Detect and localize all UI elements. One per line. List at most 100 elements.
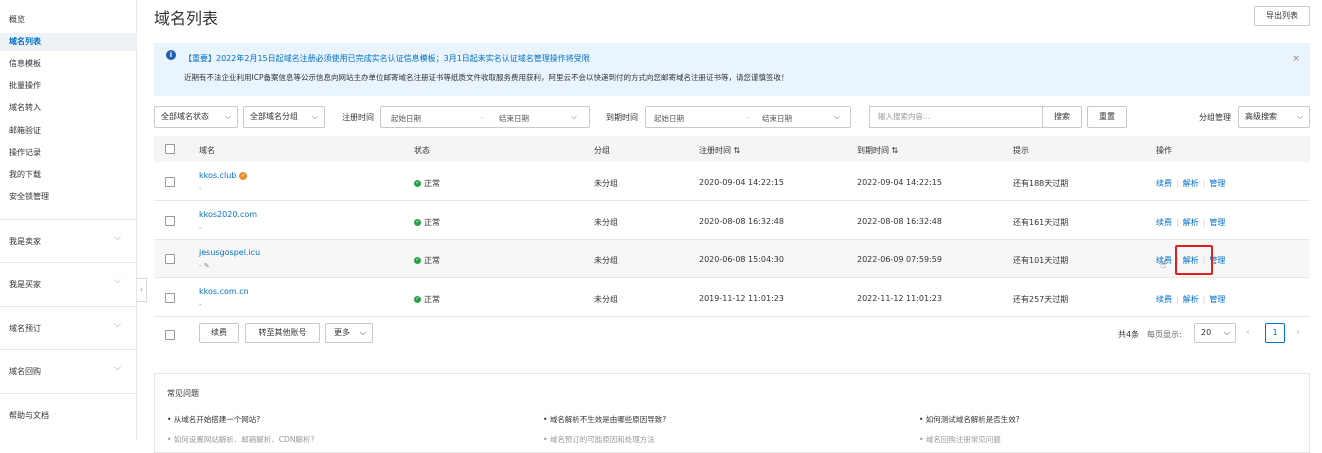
notice-line-1[interactable]: 【重要】2022年2月15日起域名注册必须使用已完成实名认证信息模板；3月1日起…	[184, 53, 590, 64]
faq-link[interactable]: • 域名回购注册常见问题	[919, 434, 1001, 445]
exp-time-label: 到期时间	[606, 113, 638, 122]
col-reg-time[interactable]: 注册时间 ⇅	[699, 145, 740, 156]
select-all-checkbox-bottom[interactable]	[165, 330, 175, 340]
sidebar-group-label: 我是买家	[9, 280, 41, 289]
faq-link[interactable]: • 从域名开始搭建一个网站?	[167, 414, 260, 425]
domain-name[interactable]: kkos.com.cn	[199, 287, 249, 296]
group-manage-link[interactable]: 分组管理	[1199, 112, 1231, 123]
exp-end-date[interactable]: 结束日期	[762, 113, 792, 124]
chevron-down-icon: ⌵	[571, 112, 577, 121]
group-cell: 未分组	[594, 218, 618, 227]
page-1-button[interactable]: 1	[1265, 323, 1285, 343]
manage-link[interactable]: 管理	[1209, 218, 1225, 227]
row-checkbox[interactable]	[165, 254, 175, 264]
faq-link[interactable]: • 域名解析不生效是由哪些原因导致?	[543, 414, 666, 425]
sidebar-group-buyer[interactable]: 我是买家 ⌵	[0, 262, 137, 305]
col-ops: 操作	[1156, 146, 1172, 155]
reset-button[interactable]: 重置	[1087, 106, 1127, 128]
domain-name[interactable]: kkos.club	[199, 171, 236, 180]
sidebar-collapse-button[interactable]: ‹	[137, 278, 147, 302]
manage-link[interactable]: 管理	[1209, 179, 1225, 188]
renew-link[interactable]: 续费	[1156, 218, 1172, 227]
check-circle-icon: ✓	[414, 257, 421, 264]
domain-sub[interactable]: - ✎	[199, 262, 210, 270]
transfer-account-button[interactable]: 转至其他账号	[245, 323, 320, 343]
exp-start-date[interactable]: 起始日期	[654, 113, 684, 124]
sidebar-item-batch[interactable]: 批量操作	[9, 81, 41, 91]
per-page-select[interactable]: 20 ⌵	[1194, 323, 1236, 343]
sidebar-help[interactable]: 帮助与文档	[0, 393, 137, 436]
advanced-search-button[interactable]: 高级搜索 ⌵	[1238, 106, 1310, 128]
exp-date-range[interactable]: 起始日期 - 结束日期 ⌵	[645, 106, 851, 128]
search-button[interactable]: 搜索	[1042, 106, 1082, 128]
reg-end-date[interactable]: 结束日期	[499, 113, 529, 124]
ops-cell: 续费 | 解析 | 管理	[1156, 217, 1225, 228]
export-list-button[interactable]: 导出列表	[1254, 6, 1310, 26]
faq-panel: 常见问题 • 从域名开始搭建一个网站? • 域名解析不生效是由哪些原因导致? •…	[154, 373, 1310, 453]
per-page-value: 20	[1201, 328, 1212, 337]
status-select[interactable]: 全部域名状态 ⌵	[154, 106, 238, 128]
sidebar-item-domain-list[interactable]: 域名列表	[9, 37, 41, 47]
renew-link[interactable]: 续费	[1156, 295, 1172, 304]
reg-time-cell: 2020-08-08 16:32:48	[699, 217, 784, 226]
domain-name[interactable]: kkos2020.com	[199, 210, 257, 219]
sidebar-item-email-verify[interactable]: 邮箱验证	[9, 126, 41, 136]
sidebar-group-buyback[interactable]: 域名回购 ⌵	[0, 349, 137, 392]
group-select-value: 全部域名分组	[250, 112, 298, 121]
resolve-link[interactable]: 解析	[1183, 295, 1199, 304]
domain-link[interactable]: kkos.club ✓	[199, 171, 248, 180]
notice-banner: i 【重要】2022年2月15日起域名注册必须使用已完成实名认证信息模板；3月1…	[154, 43, 1310, 96]
table-footer: 续费 转至其他账号 更多 ⌵ 共4条 每页显示: 20 ⌵ ‹ 1 ›	[154, 318, 1310, 352]
sidebar-group-label: 域名回购	[9, 367, 41, 376]
domain-sub: -	[199, 301, 202, 309]
sidebar-item-info-template[interactable]: 信息模板	[9, 59, 41, 69]
highlight-box	[1175, 245, 1213, 275]
exp-time-cell: 2022-06-09 07:59:59	[857, 255, 942, 264]
reg-start-date[interactable]: 起始日期	[391, 113, 421, 124]
sidebar-group-seller[interactable]: 我是卖家 ⌵	[0, 219, 137, 262]
faq-link[interactable]: • 如何测试域名解析是否生效?	[919, 414, 1020, 425]
group-cell: 未分组	[594, 295, 618, 304]
sidebar-item-downloads[interactable]: 我的下载	[9, 170, 41, 180]
renew-link[interactable]: 续费	[1156, 179, 1172, 188]
select-all-checkbox[interactable]	[165, 144, 175, 154]
batch-renew-button[interactable]: 续费	[199, 323, 239, 343]
sidebar-item-security-lock[interactable]: 安全锁管理	[9, 192, 49, 202]
exp-time-cell: 2022-09-04 14:22:15	[857, 178, 942, 187]
faq-link[interactable]: • 如何设置网站解析、邮箱解析、CDN解析?	[167, 434, 314, 445]
next-page-icon[interactable]: ›	[1296, 327, 1300, 338]
resolve-link[interactable]: 解析	[1183, 218, 1199, 227]
prev-page-icon[interactable]: ‹	[1246, 327, 1250, 338]
col-exp-time[interactable]: 到期时间 ⇅	[857, 145, 898, 156]
close-icon[interactable]: ×	[1292, 54, 1300, 64]
reg-time-cell: 2020-09-04 14:22:15	[699, 178, 784, 187]
reg-time-cell: 2019-11-12 11:01:23	[699, 294, 784, 303]
resolve-link[interactable]: 解析	[1183, 179, 1199, 188]
group-select[interactable]: 全部域名分组 ⌵	[243, 106, 325, 128]
row-checkbox[interactable]	[165, 293, 175, 303]
sidebar-group-preorder[interactable]: 域名预订 ⌵	[0, 306, 137, 349]
more-button[interactable]: 更多 ⌵	[325, 323, 373, 343]
sidebar-item-op-log[interactable]: 操作记录	[9, 148, 41, 158]
manage-link[interactable]: 管理	[1209, 295, 1225, 304]
reg-date-range[interactable]: 起始日期 - 结束日期 ⌵	[380, 106, 590, 128]
chevron-down-icon: ⌵	[359, 328, 366, 337]
faq-link[interactable]: • 域名预订的可能原因和处理方法	[543, 434, 655, 445]
chevron-down-icon: ⌵	[114, 320, 121, 330]
chevron-down-icon: ⌵	[224, 112, 231, 121]
sidebar-group-label: 我是卖家	[9, 237, 41, 246]
row-checkbox[interactable]	[165, 216, 175, 226]
separator: |	[1202, 295, 1206, 304]
tip-cell: 还有188天过期	[1013, 179, 1069, 188]
table-header: 域名 状态 分组 注册时间 ⇅ 到期时间 ⇅ 提示 操作	[154, 136, 1310, 162]
domain-name[interactable]: jesusgospel.icu	[199, 248, 260, 257]
sidebar-item-overview[interactable]: 概览	[9, 15, 25, 25]
sidebar-item-transfer-in[interactable]: 域名转入	[9, 103, 41, 113]
search-input[interactable]: 输入搜索内容...	[869, 106, 1043, 128]
chevron-left-icon: ‹	[139, 285, 144, 294]
page-title: 域名列表	[154, 9, 219, 28]
separator: |	[1202, 179, 1206, 188]
row-checkbox[interactable]	[165, 177, 175, 187]
domain-sub: -	[199, 224, 202, 232]
ops-cell: 续费 | 解析 | 管理	[1156, 178, 1225, 189]
